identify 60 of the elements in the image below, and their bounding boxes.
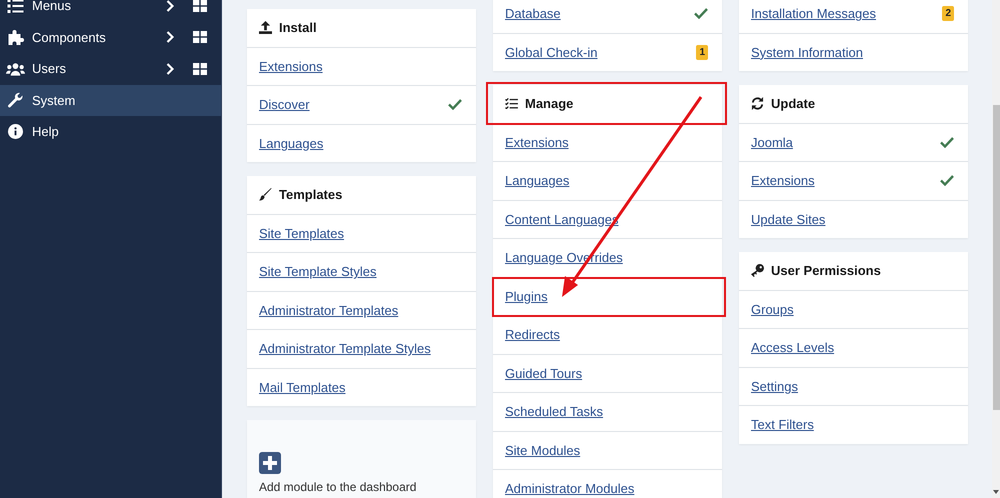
add-module-label: Add module to the dashboard [259, 480, 418, 494]
wrench-icon [6, 92, 25, 108]
upload-icon [259, 21, 272, 34]
link[interactable]: Joomla [751, 134, 940, 150]
link[interactable]: Discover [259, 97, 448, 112]
chevron-right-icon[interactable] [166, 62, 174, 75]
link[interactable]: Plugins [505, 288, 710, 304]
link[interactable]: Scheduled Tasks [505, 404, 710, 420]
users-icon [6, 62, 25, 76]
checklist-icon [505, 98, 518, 110]
chevron-right-icon[interactable] [166, 31, 174, 44]
sidebar-item[interactable]: Users [0, 53, 221, 84]
list-icon [6, 0, 25, 13]
link[interactable]: Administrator Modules [505, 481, 710, 496]
link[interactable]: System Information [751, 44, 956, 60]
link[interactable]: Access Levels [751, 340, 956, 356]
dashboard-icon[interactable] [193, 31, 207, 44]
link[interactable]: Installation Messages [751, 6, 942, 22]
link[interactable]: Extensions [259, 58, 464, 74]
card-title: Install [279, 20, 317, 36]
plus-icon [259, 452, 281, 474]
link[interactable]: Settings [751, 378, 956, 394]
count-badge: 2 [942, 6, 954, 22]
link[interactable]: Site Templates [259, 226, 464, 241]
link[interactable]: Extensions [505, 134, 710, 150]
link[interactable]: Database [505, 6, 694, 22]
link[interactable]: Groups [751, 302, 956, 317]
link[interactable]: Administrator Templates [259, 302, 464, 318]
info-icon [6, 124, 25, 140]
chevron-right-icon[interactable] [166, 0, 174, 12]
link[interactable]: Global Check-in [505, 44, 696, 60]
sidebar-item[interactable]: Help [0, 116, 221, 148]
link[interactable]: Text Filters [751, 417, 956, 432]
link[interactable]: Languages [259, 136, 464, 151]
key-icon [751, 264, 764, 278]
dashboard-icon[interactable] [193, 0, 207, 12]
link[interactable]: Redirects [505, 327, 710, 342]
scroll-down-icon[interactable] [993, 490, 999, 494]
link[interactable]: Languages [505, 173, 710, 188]
add-module-card[interactable]: Add module to the dashboard [247, 420, 476, 498]
link[interactable]: Update Sites [751, 212, 956, 227]
link[interactable]: Site Modules [505, 442, 710, 458]
link[interactable]: Administrator Template Styles [259, 341, 464, 356]
puzzle-icon [6, 29, 25, 46]
sidebar-item[interactable]: Components [0, 22, 221, 53]
dashboard-icon[interactable] [193, 62, 207, 75]
link[interactable]: Mail Templates [259, 380, 464, 395]
card-title: Templates [279, 187, 342, 202]
card-title: Manage [525, 96, 574, 112]
sidebar-item[interactable]: Menus [0, 0, 221, 22]
card-title: Update [771, 96, 816, 112]
link[interactable]: Site Template Styles [259, 264, 464, 280]
card-title: User Permissions [771, 263, 881, 278]
refresh-icon [751, 97, 764, 110]
sidebar-item[interactable]: System [0, 84, 221, 116]
brush-icon [259, 188, 272, 202]
link[interactable]: Extensions [751, 173, 940, 188]
count-badge: 1 [696, 44, 708, 60]
scrollbar[interactable] [992, 0, 1000, 498]
link[interactable]: Guided Tours [505, 366, 710, 381]
